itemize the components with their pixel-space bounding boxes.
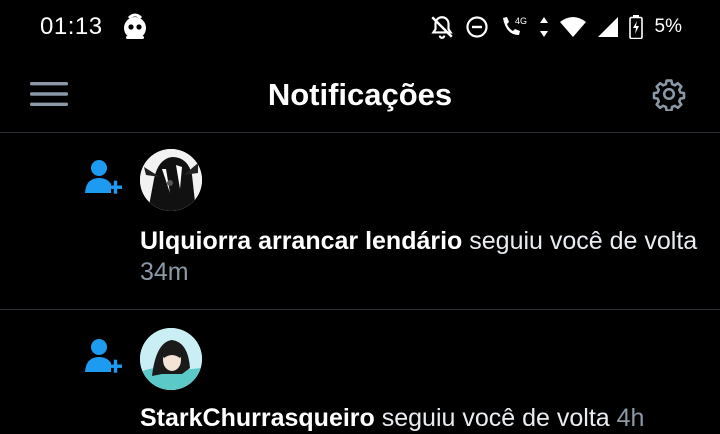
- gear-icon[interactable]: [652, 77, 686, 111]
- notification-time: 4h: [616, 404, 645, 432]
- wifi-calling-icon: 4G: [502, 16, 527, 35]
- battery-percentage: 5%: [654, 16, 682, 37]
- notification-time: 34m: [140, 258, 189, 286]
- notifications-off-icon: [430, 16, 453, 39]
- notification-username[interactable]: StarkChurrasqueiro: [140, 404, 375, 432]
- network-label: 4G: [515, 16, 527, 26]
- notification-username[interactable]: Ulquiorra arrancar lendário: [140, 227, 462, 255]
- avatar[interactable]: [140, 328, 202, 390]
- notification-text: Ulquiorra arrancar lendário seguiu você …: [140, 226, 700, 288]
- wifi-icon: [559, 17, 586, 37]
- notification-action: seguiu você de volta: [462, 227, 698, 255]
- person-add-icon: [85, 339, 122, 373]
- app-bar: Notificações: [0, 56, 720, 133]
- app-notification-icon: [124, 13, 146, 39]
- notification-action: seguiu você de volta: [374, 404, 617, 432]
- avatar[interactable]: [140, 149, 202, 211]
- notification-item[interactable]: Ulquiorra arrancar lendário seguiu você …: [0, 133, 720, 310]
- status-time: 01:13: [40, 13, 103, 40]
- person-add-icon: [85, 160, 122, 194]
- do-not-disturb-icon: [465, 16, 488, 38]
- notification-text: StarkChurrasqueiro seguiu você de volta …: [140, 403, 700, 434]
- avatar-image: [140, 328, 202, 390]
- notification-item[interactable]: StarkChurrasqueiro seguiu você de volta …: [0, 310, 720, 432]
- status-icons: 4G 5%: [429, 12, 682, 42]
- data-arrows-icon: [539, 17, 548, 37]
- battery-charging-icon: [628, 15, 643, 39]
- status-bar: 01:13 4G 5%: [0, 0, 720, 56]
- signal-icon: [597, 17, 618, 37]
- avatar-image: [140, 149, 202, 211]
- page-title: Notificações: [267, 77, 453, 112]
